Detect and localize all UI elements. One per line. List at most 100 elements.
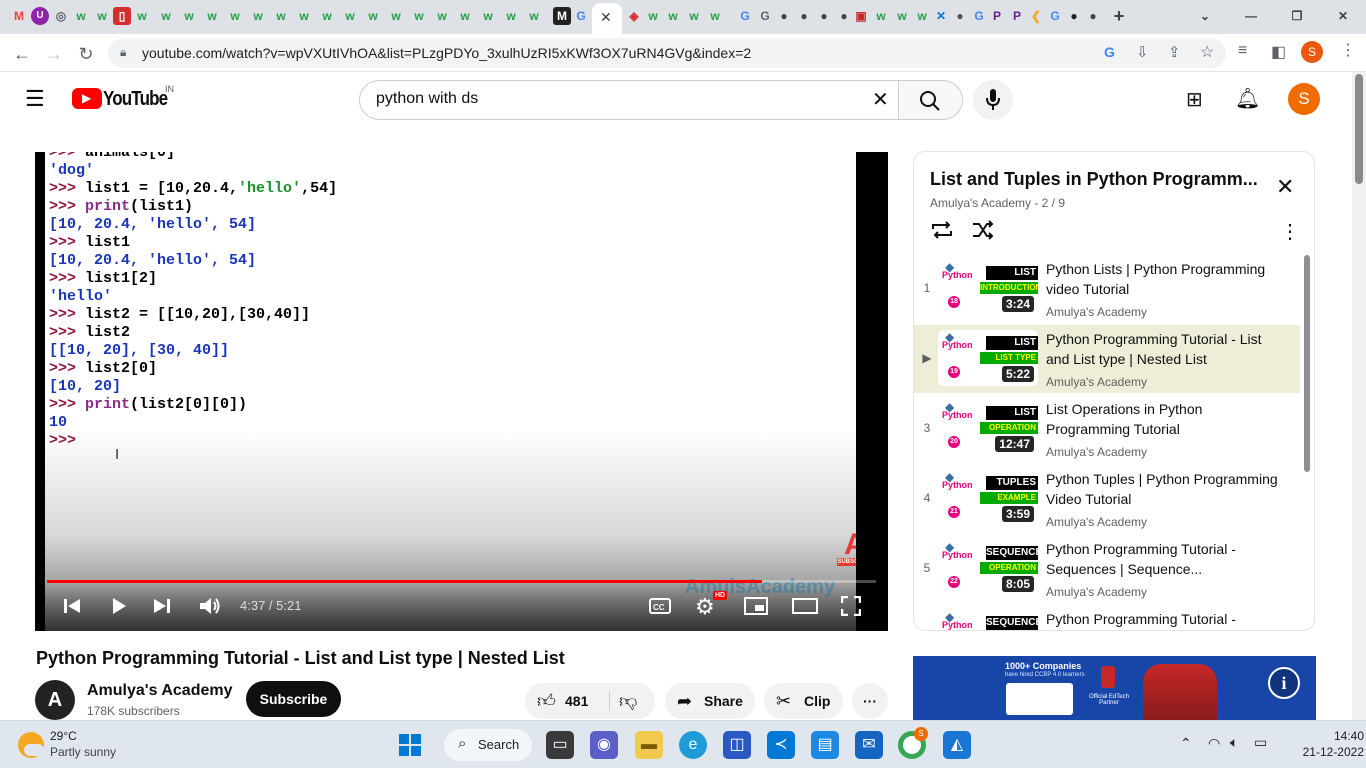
profile-avatar[interactable]: S <box>1301 41 1323 63</box>
playlist-meta[interactable]: Amulya's Academy - 2 / 9 <box>930 196 1065 210</box>
w-tab-icon[interactable]: w <box>272 7 290 25</box>
w-tab-icon[interactable]: w <box>456 7 474 25</box>
voice-search-button[interactable] <box>973 80 1013 120</box>
seek-bar[interactable] <box>47 580 876 583</box>
vscode-icon[interactable]: ≺ <box>767 731 795 759</box>
install-icon[interactable]: ⇩ <box>1136 43 1149 61</box>
w-tab-icon[interactable]: w <box>872 7 890 25</box>
w-tab-icon[interactable]: w <box>72 7 90 25</box>
playlist-item[interactable]: 4 ◆ Python 21 TUPLES EXAMPLE 3:59 Python Tuples… <box>914 465 1300 533</box>
edge-icon[interactable]: e <box>679 731 707 759</box>
page-scrollbar[interactable] <box>1352 72 1366 720</box>
clock-time[interactable]: 14:40 <box>1310 729 1364 743</box>
channel-name[interactable]: Amulya's Academy <box>87 682 233 700</box>
w-tab-icon[interactable]: w <box>341 7 359 25</box>
vscode-tab-icon[interactable]: ✕ <box>932 7 950 25</box>
taskbar-search-box[interactable]: ⌕ Search <box>444 729 532 761</box>
playlist-item-title[interactable]: Python Lists | Python Programming video … <box>1046 259 1286 299</box>
playlist-item[interactable]: 3 ◆ Python 20 LIST OPERATION 12:47 List Operati… <box>914 395 1300 463</box>
video-thumbnail[interactable]: ◆PythonSEQUENCES <box>938 610 1038 630</box>
app-tab-icon[interactable]: U <box>31 7 49 25</box>
tab-icon[interactable]: ● <box>951 7 969 25</box>
w-tab-icon[interactable]: w <box>433 7 451 25</box>
fullscreen-icon[interactable] <box>841 596 861 616</box>
loop-playlist-icon[interactable] <box>930 220 954 240</box>
w-tab-icon[interactable]: w <box>203 7 221 25</box>
playlist-item[interactable]: 5◆Python22SEQUENCESOPERATION8:05Python P… <box>914 535 1300 603</box>
video-thumbnail[interactable]: ◆ Python 20 LIST OPERATION 12:47 <box>938 400 1038 456</box>
medium-tab-icon[interactable]: M <box>553 7 571 25</box>
w-tab-icon[interactable]: w <box>387 7 405 25</box>
search-box[interactable]: ✕ <box>359 80 899 120</box>
clock-date[interactable]: 21-12-2022 <box>1290 745 1364 759</box>
w-tab-icon[interactable]: w <box>913 7 931 25</box>
new-tab-icon[interactable]: + <box>1110 7 1128 25</box>
theater-mode-icon[interactable] <box>792 598 818 614</box>
w-tab-icon[interactable]: w <box>502 7 520 25</box>
video-thumbnail[interactable]: ◆ Python 21 TUPLES EXAMPLE 3:59 <box>938 470 1038 526</box>
tab-icon[interactable]: ◈ <box>625 7 643 25</box>
windows-start-icon[interactable] <box>398 733 422 757</box>
tab-search-icon[interactable]: ⌄ <box>1196 7 1214 25</box>
github-tab-icon[interactable]: ● <box>1084 7 1102 25</box>
playlist-item-title[interactable]: List Operations in Python Programming Tu… <box>1046 399 1286 439</box>
playlist-item[interactable]: 1 ◆ Python 18 LIST INTRODUCTION 3:24 Python Lis… <box>914 255 1300 323</box>
w-tab-icon[interactable]: w <box>180 7 198 25</box>
github-tab-icon[interactable]: ● <box>795 7 813 25</box>
volume-icon[interactable] <box>199 596 221 616</box>
w-tab-icon[interactable]: w <box>893 7 911 25</box>
page-scrollbar-thumb[interactable] <box>1355 74 1363 184</box>
playlist-item-title[interactable]: Python Programming Tutorial - List and L… <box>1046 329 1286 369</box>
share-page-icon[interactable]: ⇪ <box>1168 43 1181 61</box>
minimize-icon[interactable]: — <box>1242 7 1260 25</box>
weather-temp[interactable]: 29°C <box>50 729 77 743</box>
ad-info-icon[interactable]: i <box>1268 667 1300 699</box>
weather-sun-icon[interactable] <box>18 732 44 758</box>
tab-icon[interactable]: ▣ <box>852 7 870 25</box>
playlist-item-channel[interactable]: Amulya's Academy <box>1046 445 1147 459</box>
playlist-item[interactable]: ◆PythonSEQUENCESPython Programming Tutor… <box>914 605 1300 630</box>
weather-condition[interactable]: Partly sunny <box>50 745 116 759</box>
w-tab-icon[interactable]: w <box>644 7 662 25</box>
google-tab-icon[interactable]: G <box>970 7 988 25</box>
playlist-scrollbar[interactable] <box>1304 255 1310 472</box>
tab-icon[interactable]: P <box>988 7 1006 25</box>
restore-icon[interactable]: ❐ <box>1288 7 1306 25</box>
w-tab-icon[interactable]: w <box>410 7 428 25</box>
clear-search-icon[interactable]: ✕ <box>872 87 889 112</box>
previous-icon[interactable] <box>63 597 81 615</box>
tab-icon[interactable]: P <box>1008 7 1026 25</box>
video-thumbnail[interactable]: ◆ Python 19 LIST LIST TYPE 5:22 <box>938 330 1038 386</box>
active-tab[interactable]: ✕ <box>592 3 622 34</box>
task-view-icon[interactable]: ▭ <box>546 731 574 759</box>
miniplayer-icon[interactable] <box>744 597 768 615</box>
github-tab-icon[interactable]: ● <box>775 7 793 25</box>
clip-button[interactable]: ✂ Clip <box>764 683 843 719</box>
playlist-more-icon[interactable]: ⋮ <box>1280 219 1300 244</box>
gmail-tab-icon[interactable]: M <box>10 7 28 25</box>
tab-icon[interactable]: ❮ <box>1027 7 1045 25</box>
google-tab-icon[interactable]: G <box>1046 7 1064 25</box>
w-tab-icon[interactable]: w <box>364 7 382 25</box>
ad-banner[interactable]: 1000+ Companies have hired CCBP 4.0 lear… <box>913 656 1316 720</box>
google-lens-icon[interactable]: G <box>1104 44 1115 60</box>
w-tab-icon[interactable]: w <box>664 7 682 25</box>
w-tab-icon[interactable]: w <box>133 7 151 25</box>
google-tab-icon[interactable]: G <box>736 7 754 25</box>
notes-app-icon[interactable]: ▤ <box>811 731 839 759</box>
back-icon[interactable]: ← <box>10 42 34 66</box>
like-button[interactable]: 👍︎ 481 <box>525 683 609 719</box>
github-tab-icon[interactable]: ● <box>815 7 833 25</box>
w-tab-icon[interactable]: w <box>295 7 313 25</box>
photos-icon[interactable]: ◭ <box>943 731 971 759</box>
forward-icon[interactable]: → <box>42 42 66 66</box>
w-tab-icon[interactable]: w <box>249 7 267 25</box>
hamburger-menu-icon[interactable]: ☰ <box>25 86 45 112</box>
google-tab-icon[interactable]: G <box>572 7 590 25</box>
shuffle-icon[interactable] <box>971 220 995 240</box>
video-player[interactable]: >>> animals[0]'dog' >>> list1 = [10,20.4,… <box>35 152 888 631</box>
captions-icon[interactable]: CC <box>649 597 671 615</box>
side-panel-icon[interactable]: ◧ <box>1271 42 1286 62</box>
github-tab-icon[interactable]: ● <box>835 7 853 25</box>
speaker-icon[interactable]: 🔈︎ <box>1230 734 1238 751</box>
